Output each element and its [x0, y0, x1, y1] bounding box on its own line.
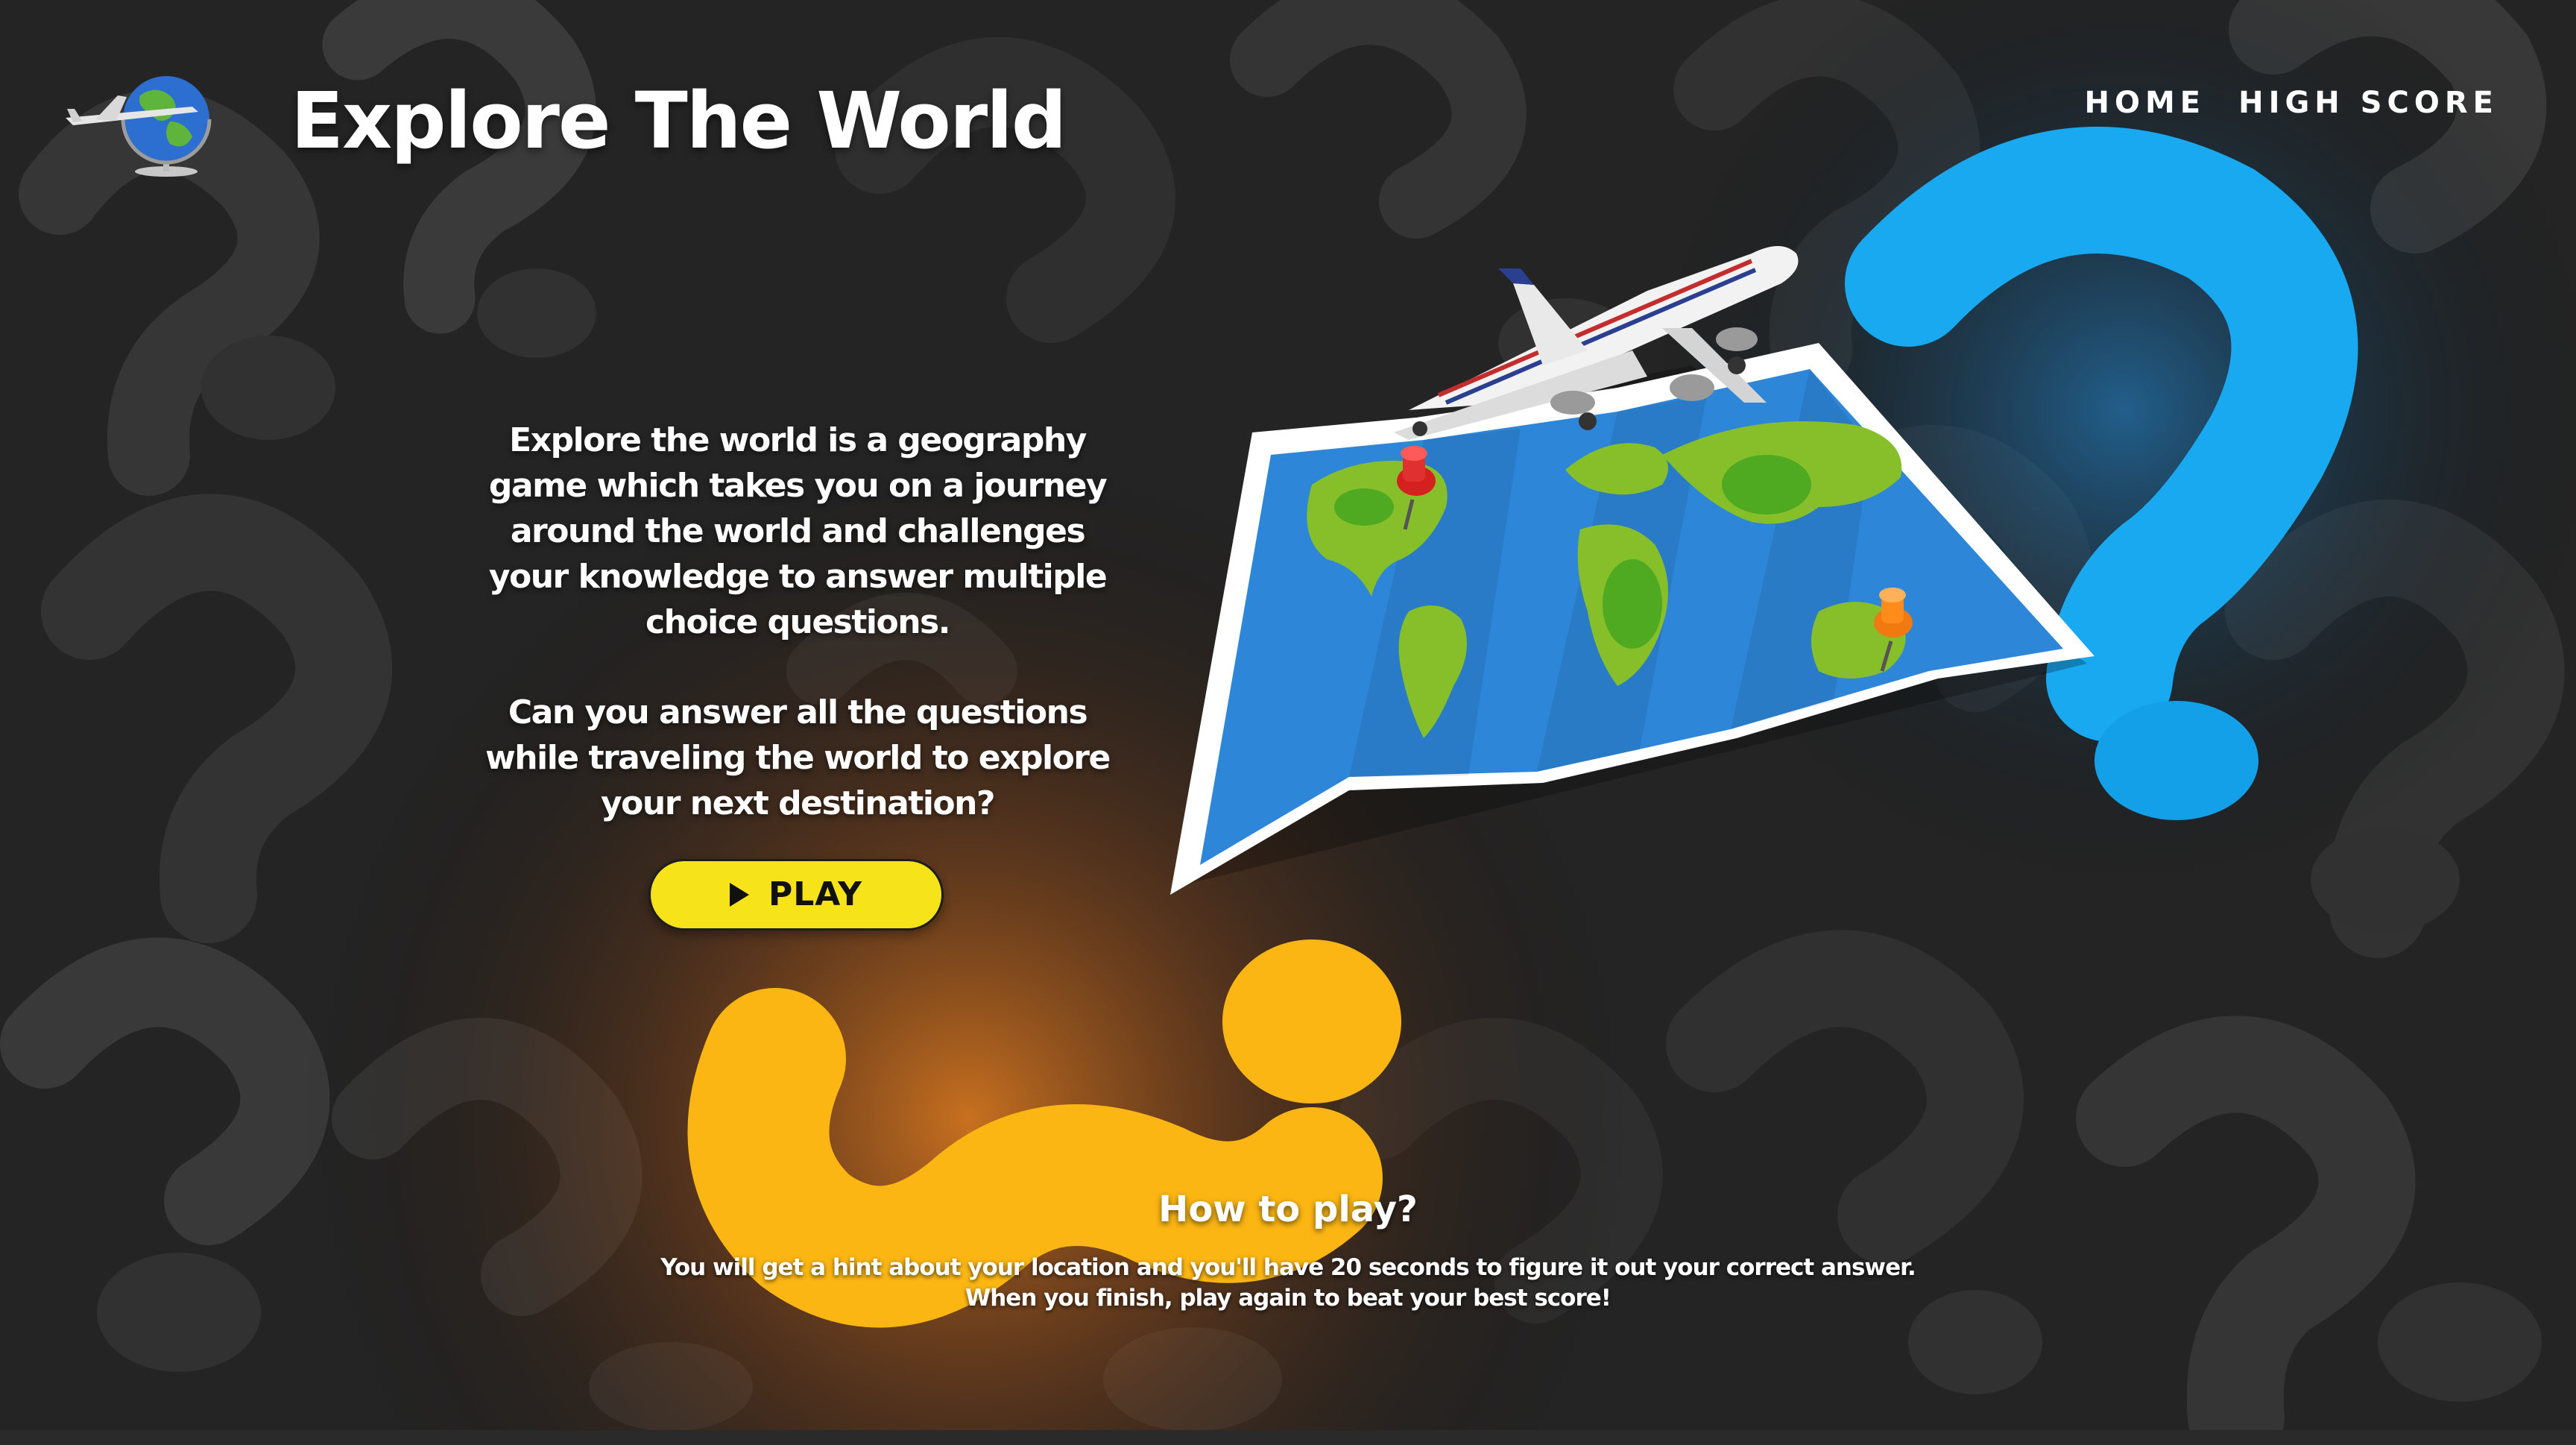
play-button-label: PLAY	[768, 875, 862, 913]
intro-description: Explore the world is a geography game wh…	[488, 421, 1108, 641]
how-to-play-line-2: When you finish, play again to beat your…	[965, 1285, 1611, 1312]
play-button[interactable]: PLAY	[648, 859, 944, 931]
how-to-play-section: How to play? You will get a hint about y…	[543, 1191, 2033, 1314]
nav-home-link[interactable]: HOME	[2085, 88, 2206, 118]
play-icon	[730, 883, 749, 907]
world-map-airplane-illustration	[1126, 216, 2117, 910]
nav-high-score-link[interactable]: HIGH SCORE	[2238, 88, 2498, 118]
globe-airplane-icon[interactable]	[66, 66, 222, 177]
site-header: Explore The World HOME HIGH SCORE	[0, 0, 2576, 194]
intro-section: Explore the world is a geography game wh…	[477, 418, 1118, 826]
page-bottom-bar	[0, 1430, 2576, 1445]
how-to-play-line-1: You will get a hint about your location …	[660, 1254, 1916, 1281]
intro-question: Can you answer all the questions while t…	[485, 693, 1111, 822]
site-title: Explore The World	[291, 75, 1067, 166]
main-nav: HOME HIGH SCORE	[2085, 88, 2499, 118]
how-to-play-title: How to play?	[1158, 1189, 1418, 1230]
